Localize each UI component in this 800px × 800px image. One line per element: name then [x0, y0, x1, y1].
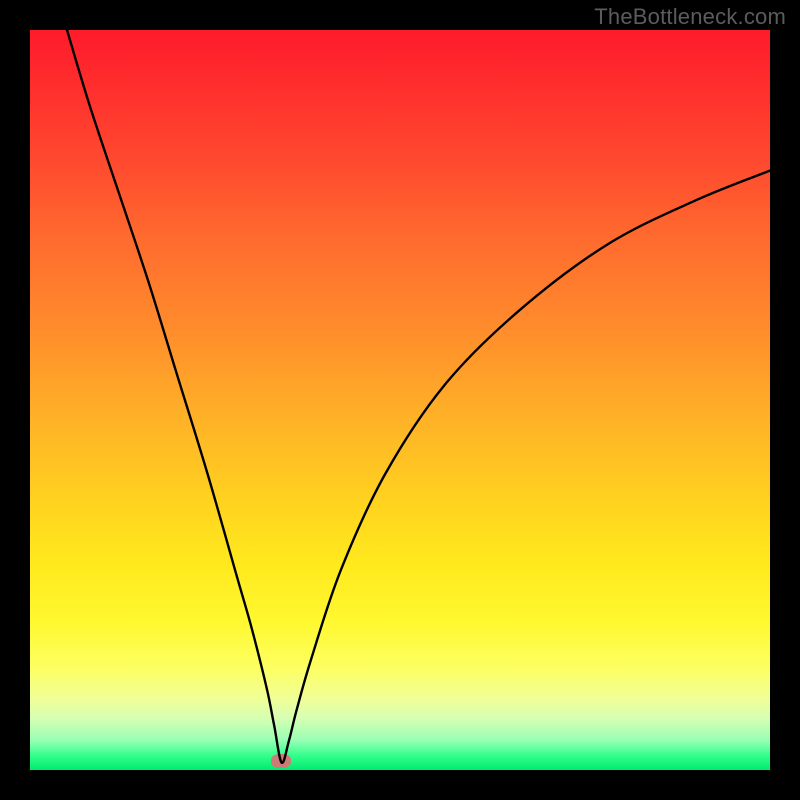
bottleneck-curve: [30, 30, 770, 770]
chart-root: TheBottleneck.com: [0, 0, 800, 800]
watermark-text: TheBottleneck.com: [594, 4, 786, 30]
plot-frame: [30, 30, 770, 770]
